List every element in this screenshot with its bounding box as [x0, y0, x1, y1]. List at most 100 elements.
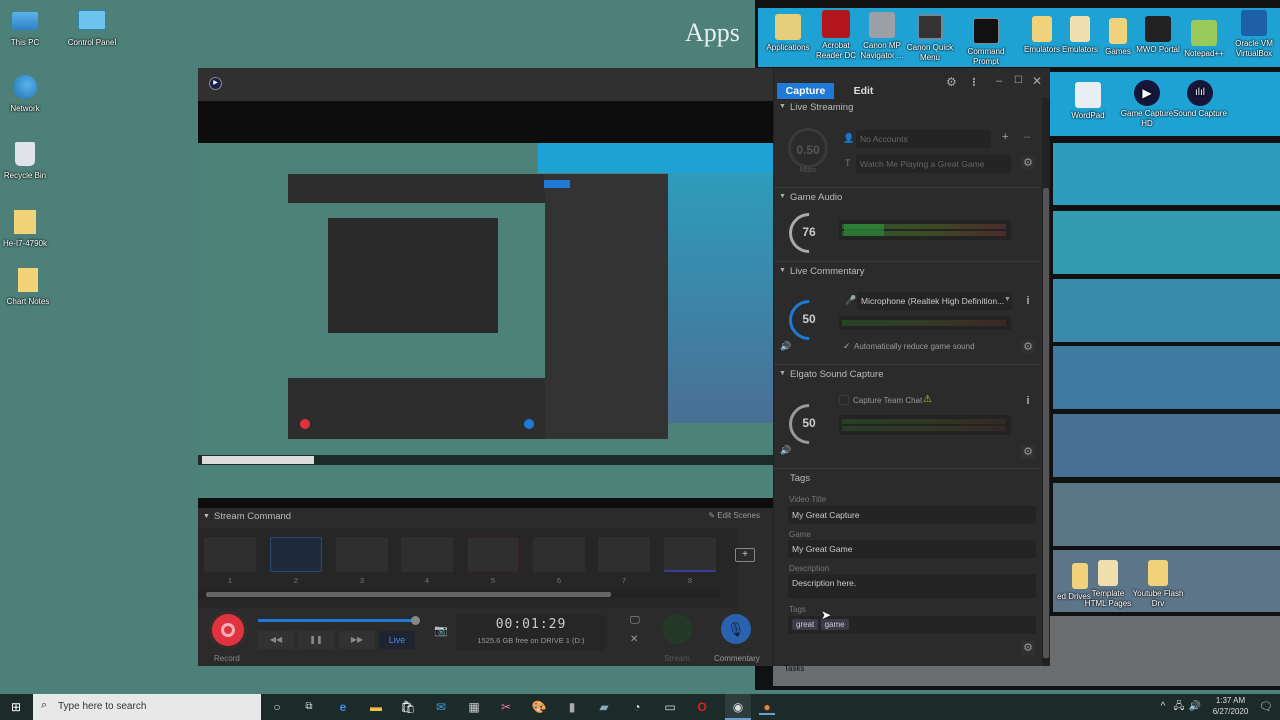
tags-settings-gear-icon[interactable]: ⚙ — [1021, 641, 1035, 655]
launcher-youtube-flash[interactable]: Youtube Flash Drv — [1130, 560, 1186, 609]
notepad-icon[interactable]: ▰ — [596, 699, 612, 715]
scene-thumbnail[interactable] — [270, 537, 322, 572]
mwo-icon — [1145, 16, 1171, 42]
tab-edit[interactable]: Edit — [836, 83, 891, 99]
commentary-settings-gear-icon[interactable]: ⚙ — [1021, 340, 1035, 354]
auto-reduce-checkbox[interactable]: ✓ — [843, 341, 851, 352]
sound-capture-info-icon[interactable]: i — [1021, 393, 1035, 409]
game-input[interactable]: My Great Game — [788, 540, 1036, 558]
launcher-command-prompt[interactable]: Command Prompt — [958, 18, 1014, 67]
scene-thumbnail[interactable] — [598, 537, 650, 572]
tag-chip[interactable]: great — [792, 619, 819, 630]
record-button[interactable] — [212, 614, 244, 646]
desktop-icon-chart-notes[interactable]: Chart Notes — [0, 268, 63, 306]
calculator-icon[interactable]: ▦ — [466, 699, 482, 715]
file-explorer-icon[interactable]: ▬ — [368, 699, 384, 715]
account-select[interactable]: No Accounts — [856, 130, 991, 148]
network-tray-icon[interactable]: 🖧 — [1171, 699, 1187, 715]
scene-thumbnail[interactable] — [401, 537, 453, 572]
tab-capture[interactable]: Capture — [777, 83, 834, 99]
store-icon[interactable]: 🛍 — [400, 699, 416, 715]
scene-thumbnail[interactable] — [533, 537, 585, 572]
launcher-virtualbox[interactable]: Oracle VM VirtualBox — [1226, 10, 1280, 59]
panel-scrollbar[interactable] — [1042, 98, 1050, 666]
launcher-wordpad[interactable]: WordPad — [1060, 82, 1116, 121]
minimize-button[interactable]: – — [996, 75, 1002, 87]
task-view-icon[interactable]: ⧉ — [301, 699, 317, 715]
launcher-canon-quick[interactable]: Canon Quick Menu — [902, 14, 958, 63]
stream-command-header[interactable]: ▼ Stream Command — [198, 508, 773, 526]
paint-icon[interactable]: 🎨 — [531, 699, 547, 715]
playback-slider-handle[interactable] — [411, 616, 420, 625]
description-input[interactable]: Description here. — [788, 574, 1036, 598]
sound-capture-meter — [839, 415, 1011, 435]
edge-icon[interactable]: e — [335, 699, 351, 715]
playback-slider[interactable] — [258, 619, 414, 622]
team-chat-checkbox[interactable] — [839, 395, 849, 405]
desktop-icon-control-panel[interactable]: Control Panel — [57, 10, 127, 47]
volume-tray-icon[interactable]: 🔊 — [1187, 699, 1203, 715]
rewind-button[interactable]: ◀◀ — [258, 631, 294, 649]
scrollbar-thumb[interactable] — [1043, 188, 1049, 658]
usb-icon[interactable]: ▮ — [564, 699, 580, 715]
commentary-button[interactable]: 🎙 — [721, 614, 751, 644]
stream-title-input[interactable]: Watch Me Playing a Great Game — [856, 155, 1011, 173]
scenes-scrollbar[interactable] — [198, 591, 720, 598]
game-capture-taskbar-icon[interactable]: ◉ — [725, 694, 751, 720]
desktop-icon-network[interactable]: Network — [0, 75, 60, 113]
desktop-icon-user-folder[interactable]: He-I7-4790k — [0, 210, 60, 248]
stream-button[interactable] — [662, 614, 692, 644]
mute-monitor-button[interactable]: ✕ — [630, 634, 638, 645]
terminal-icon[interactable]: ▭ — [662, 699, 678, 715]
scene-thumbnail[interactable] — [336, 537, 388, 572]
launcher-template-html[interactable]: Template HTML Pages — [1080, 560, 1136, 609]
start-button[interactable]: ⊞ — [8, 699, 24, 715]
live-commentary-header[interactable]: ▼ Live Commentary — [774, 261, 1040, 281]
snip-icon[interactable]: ✂ — [498, 699, 514, 715]
video-title-input[interactable]: My Great Capture — [788, 506, 1036, 524]
fast-forward-button[interactable]: ▶▶ — [339, 631, 375, 649]
launcher-game-capture-hd[interactable]: ▶ Game Capture HD — [1119, 80, 1175, 129]
scene-thumbnail[interactable] — [467, 537, 519, 572]
firefox-icon[interactable]: ● — [759, 699, 775, 715]
cortana-icon[interactable]: ○ — [269, 699, 285, 715]
launcher-notepad-pp[interactable]: Notepad++ — [1176, 20, 1232, 59]
section-title: Game Audio — [790, 192, 843, 203]
live-streaming-header[interactable]: ▼ Live Streaming — [774, 98, 1040, 118]
launcher-band — [1053, 483, 1280, 546]
sound-capture-header[interactable]: ▼ Elgato Sound Capture — [774, 364, 1040, 384]
desktop-icon-recycle-bin[interactable]: Recycle Bin — [0, 142, 60, 180]
game-audio-header[interactable]: ▼ Game Audio — [774, 187, 1040, 207]
notification-center-icon[interactable]: 🗨 — [1258, 699, 1274, 715]
maximize-button[interactable]: ☐ — [1014, 75, 1023, 86]
launcher-sound-capture[interactable]: ılıl Sound Capture — [1172, 80, 1228, 119]
remove-account-button[interactable]: – — [1024, 131, 1030, 143]
live-button[interactable]: Live — [379, 631, 415, 649]
stream-settings-gear-icon[interactable]: ⚙ — [1021, 156, 1035, 170]
clock-app-icon[interactable]: ◔ — [629, 699, 645, 715]
edit-scenes-button[interactable]: ✎ Edit Scenes — [708, 511, 760, 520]
scene-thumbnail[interactable] — [664, 537, 716, 572]
tray-expand-icon[interactable]: ^ — [1155, 699, 1171, 715]
settings-gear-button[interactable]: ⚙ — [946, 75, 957, 89]
speaker-icon[interactable]: 🔊 — [780, 341, 791, 352]
commentary-device-select[interactable]: Microphone (Realtek High Definition... — [857, 292, 1012, 310]
clock-time[interactable]: 1:37 AM — [1208, 696, 1253, 705]
info-button[interactable]: ⁝ — [972, 75, 976, 89]
pause-button[interactable]: ❚❚ — [298, 631, 334, 649]
screenshot-button[interactable]: 📷 — [434, 624, 448, 637]
speaker-icon[interactable]: 🔊 — [780, 445, 791, 456]
scene-thumbnail[interactable] — [204, 537, 256, 572]
scrollbar-thumb[interactable] — [206, 592, 611, 597]
add-account-button[interactable]: + — [1002, 131, 1008, 143]
sound-capture-settings-gear-icon[interactable]: ⚙ — [1021, 445, 1035, 459]
mail-icon[interactable]: ✉ — [433, 699, 449, 715]
monitor-button[interactable]: 🖵 — [630, 615, 640, 626]
desktop-icon-this-pc[interactable]: This PC — [0, 10, 60, 47]
taskbar-search-box[interactable]: ⌕ Type here to search — [33, 694, 261, 720]
close-button[interactable]: ✕ — [1032, 74, 1042, 88]
clock-date[interactable]: 6/27/2020 — [1208, 707, 1253, 716]
opera-icon[interactable]: O — [694, 699, 710, 715]
add-scene-button[interactable]: + — [735, 548, 755, 562]
commentary-info-icon[interactable]: i — [1021, 293, 1035, 309]
